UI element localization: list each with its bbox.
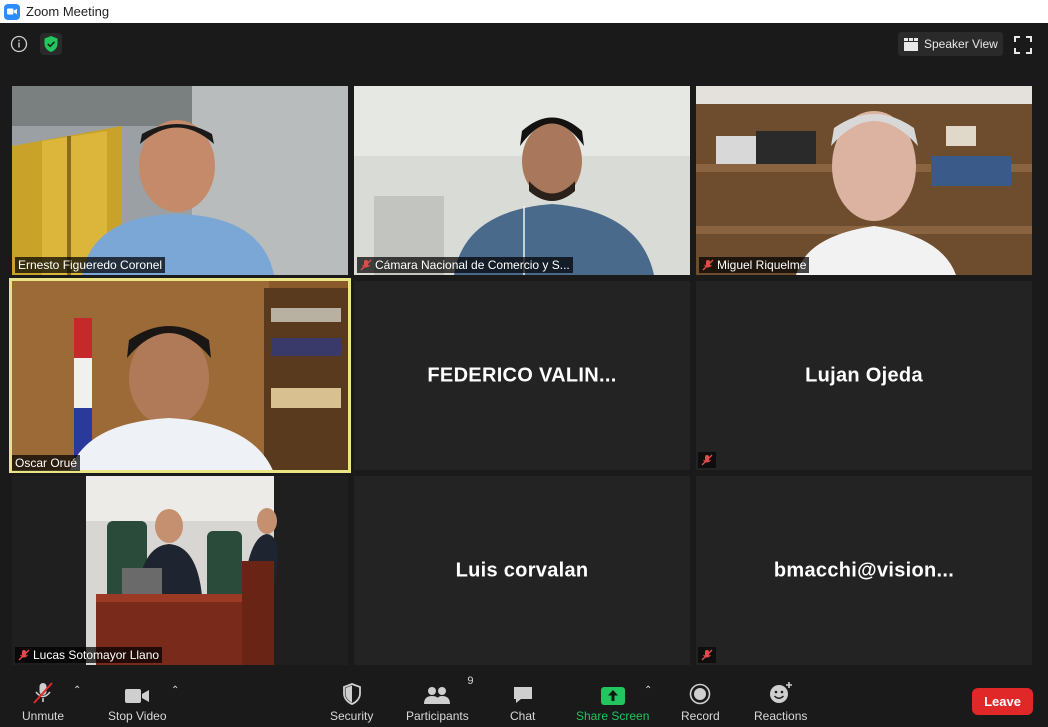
- record-button[interactable]: Record: [681, 679, 720, 723]
- participant-name-label: Lucas Sotomayor Llano: [15, 647, 163, 663]
- video-tile-lujan[interactable]: Lujan Ojeda: [696, 281, 1032, 470]
- window-titlebar: Zoom Meeting: [0, 0, 1048, 23]
- encryption-shield-icon[interactable]: [40, 33, 62, 55]
- participants-icon: 9: [423, 675, 473, 705]
- participant-name: Cámara Nacional de Comercio y S...: [375, 258, 570, 272]
- muted-mic-icon: [360, 259, 372, 271]
- video-tile-miguel[interactable]: Miguel Riquelme: [696, 86, 1032, 275]
- muted-microphone-icon: [31, 679, 55, 705]
- unmute-label: Unmute: [22, 709, 65, 723]
- leave-button[interactable]: Leave: [972, 688, 1033, 715]
- video-tile-bmacchi[interactable]: bmacchi@vision...: [696, 476, 1032, 665]
- share-screen-button[interactable]: Share Screen: [576, 679, 649, 723]
- participant-video: [354, 86, 690, 275]
- participant-video: [696, 86, 1032, 275]
- meeting-info-icon[interactable]: [8, 33, 30, 55]
- muted-mic-icon: [698, 452, 716, 468]
- meeting-area: Speaker View Ernesto Figueredo Coronel C…: [0, 23, 1048, 673]
- participant-name: bmacchi@vision...: [773, 559, 955, 581]
- stop-video-label: Stop Video: [108, 709, 167, 723]
- participant-name-label: Ernesto Figueredo Coronel: [15, 257, 166, 273]
- participants-label: Participants: [406, 709, 469, 723]
- video-tile-ernesto[interactable]: Ernesto Figueredo Coronel: [12, 86, 348, 275]
- window-title: Zoom Meeting: [26, 4, 110, 19]
- share-screen-label: Share Screen: [576, 709, 650, 723]
- participant-name: Oscar Orué: [15, 456, 78, 470]
- share-options-chevron-icon[interactable]: ⌃: [644, 685, 652, 696]
- chat-button[interactable]: Chat: [510, 679, 535, 723]
- muted-mic-icon: [702, 259, 714, 271]
- video-tile-federico[interactable]: FEDERICO VALIN...: [354, 281, 690, 470]
- video-tile-oscar[interactable]: Oscar Orué: [9, 278, 351, 473]
- security-button[interactable]: Security: [330, 679, 373, 723]
- participant-name: Luis corvalan: [455, 559, 589, 581]
- smiley-add-icon: [768, 679, 794, 705]
- participant-name: Lujan Ojeda: [805, 364, 923, 386]
- participant-name: FEDERICO VALIN...: [427, 364, 617, 386]
- stop-video-button[interactable]: Stop Video: [108, 679, 167, 723]
- video-tile-camara[interactable]: Cámara Nacional de Comercio y S...: [354, 86, 690, 275]
- video-tile-luis[interactable]: Luis corvalan: [354, 476, 690, 665]
- participants-button[interactable]: 9 Participants: [406, 675, 473, 723]
- fullscreen-icon[interactable]: [1014, 36, 1032, 54]
- video-camera-icon: [124, 679, 150, 705]
- record-icon: [689, 679, 711, 705]
- video-options-chevron-icon[interactable]: ⌃: [171, 685, 179, 696]
- participant-video: [9, 278, 351, 473]
- audio-options-chevron-icon[interactable]: ⌃: [73, 685, 81, 696]
- muted-mic-icon: [18, 649, 30, 661]
- participant-video: [12, 476, 348, 665]
- participants-count: 9: [467, 675, 474, 687]
- zoom-logo-icon: [4, 3, 20, 20]
- record-label: Record: [681, 709, 720, 723]
- participant-name: Miguel Riquelme: [717, 258, 807, 272]
- speaker-view-button[interactable]: Speaker View: [898, 32, 1003, 56]
- participant-name-label: Cámara Nacional de Comercio y S...: [357, 257, 573, 273]
- muted-mic-icon: [698, 647, 716, 663]
- meeting-toolbar: Unmute ⌃ Stop Video ⌃ Security 9 Partici…: [0, 673, 1048, 727]
- participant-name-label: Oscar Orué: [12, 455, 81, 471]
- security-label: Security: [330, 709, 374, 723]
- participant-name-label: Miguel Riquelme: [699, 257, 810, 273]
- reactions-label: Reactions: [754, 709, 808, 723]
- speaker-view-label: Speaker View: [924, 37, 998, 51]
- participant-video: [12, 86, 348, 275]
- participant-name: Lucas Sotomayor Llano: [33, 648, 160, 662]
- chat-bubble-icon: [512, 679, 534, 705]
- unmute-button[interactable]: Unmute: [22, 679, 64, 723]
- chat-label: Chat: [510, 709, 536, 723]
- reactions-button[interactable]: Reactions: [754, 679, 807, 723]
- share-screen-icon: [600, 679, 625, 705]
- video-tile-lucas[interactable]: Lucas Sotomayor Llano: [12, 476, 348, 665]
- participant-name: Ernesto Figueredo Coronel: [18, 258, 163, 272]
- shield-icon: [342, 679, 362, 705]
- speaker-view-icon: [904, 37, 918, 51]
